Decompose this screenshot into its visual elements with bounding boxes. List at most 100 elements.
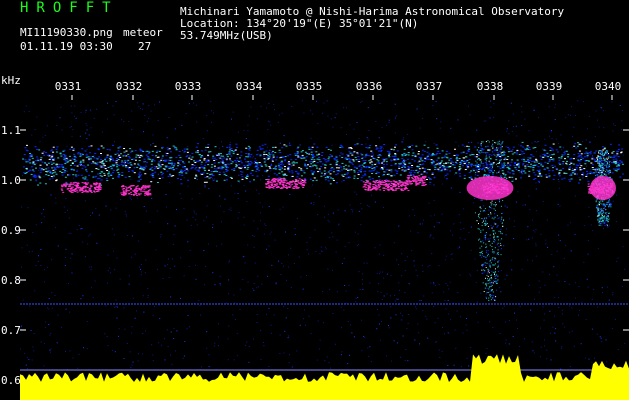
echo-dot [139, 171, 142, 173]
echo-dot [415, 169, 418, 171]
noise-dot [421, 264, 423, 266]
noise-dot [256, 313, 258, 315]
noise-dot [612, 130, 614, 132]
echo-dot [508, 164, 511, 166]
echo-dot [194, 162, 197, 164]
echo-dot [355, 159, 358, 161]
noise-dot [271, 264, 273, 266]
noise-dot [465, 324, 467, 326]
echo-dot [225, 159, 228, 161]
echo-dot [260, 165, 263, 167]
burst-dot [490, 276, 492, 278]
echo-dot [403, 148, 406, 150]
noise-dot [368, 206, 370, 208]
burst-dot [492, 146, 494, 148]
noise-dot [422, 270, 424, 272]
burst-dot [503, 164, 505, 166]
echo-dot [530, 154, 533, 156]
echo-dot [176, 165, 179, 167]
echo-dot [76, 165, 79, 167]
noise-dot [550, 359, 552, 361]
echo-dot [31, 157, 34, 159]
noise-dot [256, 322, 258, 324]
echo-dot [34, 167, 37, 169]
echo-dot [235, 157, 238, 159]
burst-dot [493, 251, 495, 253]
noise-dot [275, 283, 277, 285]
noise-dot [80, 298, 82, 300]
echo-dot [253, 163, 256, 165]
echo-dot [490, 163, 493, 165]
echo-dot [212, 175, 215, 177]
noise-dot [353, 336, 355, 338]
noise-dot [394, 300, 396, 302]
noise-dot [437, 317, 439, 319]
noise-dot [519, 346, 521, 348]
noise-dot [314, 194, 316, 196]
echo-dot [59, 170, 62, 172]
noise-dot [80, 228, 82, 230]
echo-dot [303, 177, 306, 179]
burst-dot [489, 277, 491, 279]
echo-core [294, 178, 297, 180]
burst-dot [481, 199, 483, 201]
noise-dot [490, 100, 492, 102]
echo-dot [90, 145, 93, 147]
burst-dot [503, 173, 505, 175]
echo-dot [522, 158, 525, 160]
echo-dot [134, 150, 137, 152]
noise-dot [260, 358, 262, 360]
echo-dot [261, 148, 264, 150]
noise-dot [455, 347, 457, 349]
echo-core [396, 187, 399, 189]
echo-core [399, 180, 402, 182]
noise-dot [475, 281, 477, 283]
noise-dot [352, 211, 354, 213]
echo-dot [164, 165, 167, 167]
noise-dot [510, 102, 512, 104]
noise-dot [212, 178, 214, 180]
burst-dot [485, 256, 487, 258]
echo-dot [274, 151, 277, 153]
noise-dot [379, 339, 381, 341]
echo-dot [324, 177, 327, 179]
noise-dot [281, 112, 283, 114]
echo-dot [320, 161, 323, 163]
echo-dot [197, 170, 200, 172]
echo-dot [204, 149, 207, 151]
noise-dot [585, 319, 587, 321]
noise-dot [131, 128, 133, 130]
noise-dot [214, 284, 216, 286]
echo-dot [178, 154, 181, 156]
noise-dot [85, 122, 87, 124]
echo-dot [73, 169, 76, 171]
echo-dot [295, 170, 298, 172]
echo-dot [48, 158, 51, 160]
echo-dot [264, 143, 267, 145]
echo-dot [383, 171, 386, 173]
echo-dot [503, 176, 506, 178]
noise-dot [256, 118, 258, 120]
echo-dot [284, 156, 287, 158]
echo-dot [302, 170, 305, 172]
noise-dot [331, 269, 333, 271]
burst-dot [491, 251, 493, 253]
echo-core [128, 192, 131, 194]
echo-dot [212, 179, 215, 181]
echo-dot [159, 164, 162, 166]
echo-dot [79, 160, 82, 162]
noise-dot [195, 213, 197, 215]
echo-core [407, 183, 410, 185]
noise-dot [624, 178, 626, 180]
noise-dot [369, 282, 371, 284]
echo-dot [323, 170, 326, 172]
echo-core [588, 192, 591, 194]
echo-dot [175, 149, 178, 151]
echo-dot [170, 167, 173, 169]
burst-dot [500, 152, 502, 154]
echo-dot [449, 170, 452, 172]
echo-core [142, 186, 145, 188]
echo-dot [426, 158, 429, 160]
noise-dot [90, 287, 92, 289]
noise-dot [23, 111, 25, 113]
